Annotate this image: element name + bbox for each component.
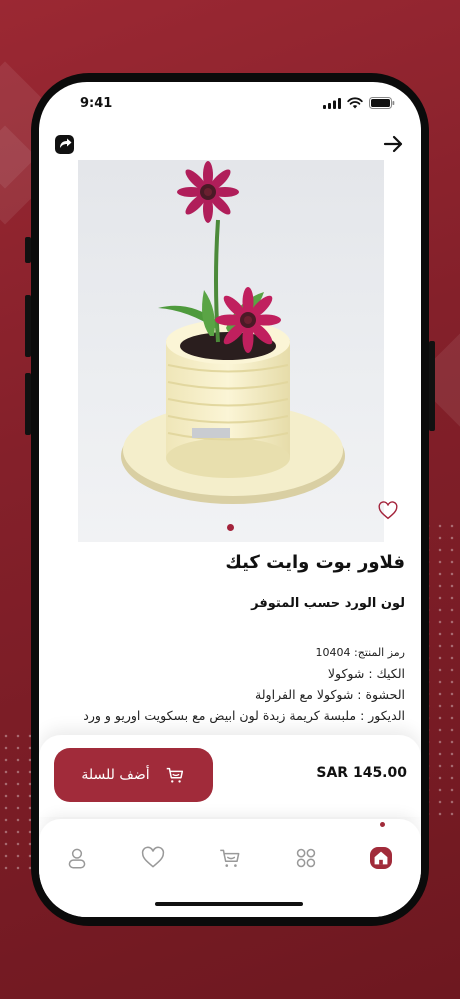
cart-icon [220,849,240,867]
nav-categories[interactable] [293,845,319,871]
home-icon [374,851,388,865]
nav-profile[interactable] [64,845,90,871]
product-image[interactable] [78,160,384,542]
user-icon [68,848,86,869]
nav-favorites[interactable] [140,845,166,871]
detail-filling: الحشوة : شوكولا مع الفراولة [255,687,405,702]
purchase-bar: أضف للسلة SAR 145.00 [39,735,421,817]
status-icons [323,97,395,109]
favorite-button[interactable] [377,500,401,524]
product-title: فلاور بوت وايت كيك [225,552,405,573]
detail-decoration: الديكور : ملبسة كريمة زبدة لون ابيض مع ب… [83,708,405,723]
phone-frame: 9:41 فلاور بوت وايت كيك لون الورد حسب ال… [25,73,435,926]
status-time: 9:41 [80,96,113,111]
back-button[interactable] [381,132,405,156]
share-button[interactable] [53,132,77,156]
wifi-icon [347,97,363,109]
share-icon [55,135,74,154]
signal-icon [323,97,341,109]
detail-cake: الكيك : شوكولا [327,666,405,681]
phone-side-button [25,237,31,263]
add-to-cart-label: أضف للسلة [81,767,150,783]
phone-side-button [25,373,31,435]
phone-side-button [25,295,31,357]
status-bar: 9:41 [39,82,421,126]
grid-icon [296,848,316,868]
top-bar [39,126,421,162]
heart-icon [378,501,398,520]
battery-icon [369,97,395,109]
product-description: رمز المنتج: 10404 الكيك : شوكولا الحشوة … [45,642,405,726]
active-tab-indicator [380,822,385,827]
product-sku: رمز المنتج: 10404 [315,646,405,659]
product-price: SAR 145.00 [316,765,407,781]
nav-home[interactable] [370,847,392,869]
add-to-cart-button[interactable]: أضف للسلة [54,748,213,802]
cake-illustration [121,161,345,504]
phone-side-button [429,341,435,431]
heart-icon [141,846,165,868]
cart-icon [166,767,183,783]
product-subtitle: لون الورد حسب المتوفر [251,596,405,611]
home-indicator [155,902,303,906]
nav-cart[interactable] [217,845,243,871]
image-pager-dot[interactable] [227,524,234,531]
arrow-right-icon [383,135,403,153]
app-screen: 9:41 فلاور بوت وايت كيك لون الورد حسب ال… [39,82,421,917]
